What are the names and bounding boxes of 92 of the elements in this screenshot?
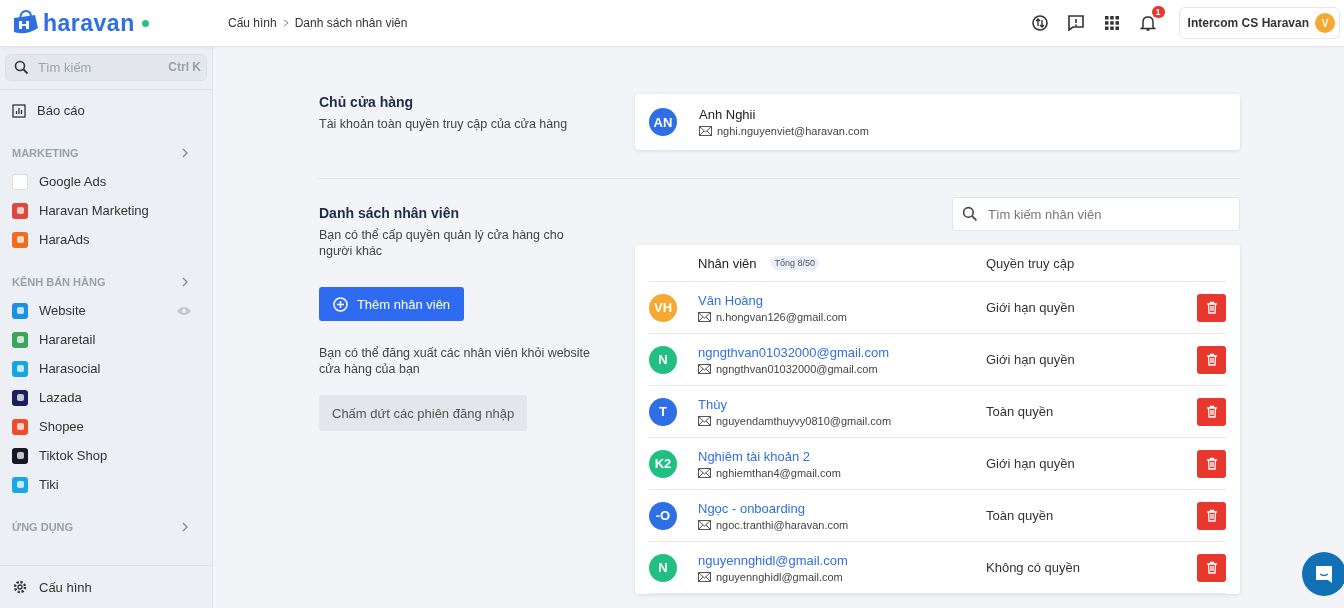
owner-avatar: AN <box>649 108 677 136</box>
section-title: Danh sách nhân viên <box>319 205 461 221</box>
search-icon <box>14 60 29 75</box>
mail-icon <box>698 519 711 530</box>
chat-bubble-icon <box>1313 563 1335 585</box>
staff-email: nguyennghidl@gmail.com <box>716 570 843 583</box>
sidebar-item[interactable]: Cấu hình <box>0 566 212 608</box>
notification-bell-icon[interactable] <box>1138 14 1157 32</box>
sidebar-item[interactable]: Website <box>0 296 212 325</box>
settings-icon <box>12 579 28 595</box>
sidebar-item[interactable]: Tiktok Shop <box>0 441 212 470</box>
breadcrumb-link[interactable]: Cấu hình <box>228 16 277 30</box>
delete-button[interactable] <box>1197 553 1226 582</box>
owner-name: Anh Nghii <box>699 107 757 122</box>
end-sessions-button[interactable]: Chấm dứt các phiên đăng nhập <box>319 395 528 431</box>
mail-icon <box>698 363 711 374</box>
delete-button[interactable] <box>1197 449 1226 478</box>
account-avatar: V <box>1315 13 1335 33</box>
staff-name-link[interactable]: Thùy <box>698 396 986 412</box>
staff-avatar: N <box>649 345 677 374</box>
staff-search-field[interactable]: Tìm kiếm nhân viên <box>952 197 1240 231</box>
mail-icon <box>698 467 711 478</box>
section-description: Tài khoản toàn quyền truy cập của cửa hàng <box>319 116 569 132</box>
staff-avatar: T <box>649 397 677 426</box>
access-level: Giới hạn quyền <box>986 352 1076 367</box>
sidebar-item[interactable]: Hararetail <box>0 325 212 354</box>
search-icon <box>962 206 978 222</box>
total-count-badge: Tổng 8/50 <box>770 256 820 270</box>
logo-wordmark: haravan <box>43 9 135 37</box>
sidebar-item[interactable]: Shopee <box>0 412 212 441</box>
trash-icon <box>1205 301 1218 314</box>
trash-icon <box>1205 509 1218 522</box>
staff-name-link[interactable]: Vân Hoàng <box>698 292 986 308</box>
chevron-icon[interactable] <box>181 277 189 287</box>
mail-icon <box>699 126 712 136</box>
column-header: Quyền truy cập <box>986 255 1076 271</box>
logo-icon <box>11 10 41 36</box>
staff-avatar: K2 <box>649 449 677 478</box>
access-level: Giới hạn quyền <box>986 456 1076 471</box>
section-heading: ỨNG DỤNG <box>12 521 74 533</box>
owner-email: nghi.nguyenviet@haravan.com <box>717 125 869 137</box>
shortcut-hint: Ctrl K <box>168 60 201 74</box>
plus-circle-icon <box>332 296 348 312</box>
staff-name-link[interactable]: Ngọc - onboarding <box>698 500 986 516</box>
staff-name-link[interactable]: Nghiêm tài khoản 2 <box>698 448 986 464</box>
section-description: Bạn có thể cấp quyền quản lý cửa hàng cho người khác <box>319 227 565 259</box>
staff-email: n.hongvan126@gmail.com <box>716 310 848 323</box>
sidebar-item[interactable]: Tiki <box>0 470 212 499</box>
section-title: Chủ cửa hàng <box>319 94 415 110</box>
staff-avatar: -O <box>649 501 677 530</box>
notification-count: 1 <box>1151 6 1165 18</box>
mail-icon <box>698 571 711 582</box>
trash-icon <box>1205 353 1218 366</box>
trash-icon <box>1205 405 1218 418</box>
sidebar-item[interactable]: Lazada <box>0 383 212 412</box>
access-level: Giới hạn quyền <box>986 300 1076 315</box>
delete-button[interactable] <box>1197 345 1226 374</box>
section-heading: MARKETING <box>12 147 79 159</box>
sidebar-item[interactable]: Báo cáo <box>0 96 212 125</box>
breadcrumb-current: Danh sách nhân viên <box>294 16 408 30</box>
section-description: Bạn có thể đăng xuất các nhân viên khỏi website cửa hàng của bạn <box>319 345 591 377</box>
column-header: Nhân viên <box>698 255 757 271</box>
staff-email: nguyendamthuyvy0810@gmail.com <box>716 414 892 427</box>
sidebar-item[interactable]: Haravan Marketing <box>0 196 212 225</box>
account-button[interactable]: Intercom CS Haravan V <box>1178 7 1340 39</box>
chevron-icon[interactable] <box>181 148 189 158</box>
delete-button[interactable] <box>1197 293 1226 322</box>
delete-button[interactable] <box>1197 397 1226 426</box>
staff-email: ngoc.tranthi@haravan.com <box>716 518 849 531</box>
add-staff-button[interactable]: Thêm nhân viên <box>319 287 464 321</box>
trash-icon <box>1205 561 1218 574</box>
staff-avatar: VH <box>649 293 677 322</box>
status-dot-icon <box>141 19 149 27</box>
access-level: Không có quyền <box>986 560 1081 575</box>
sidebar-item[interactable]: HaraAds <box>0 225 212 254</box>
chart-icon <box>12 103 26 118</box>
staff-name-link[interactable]: ngngthvan01032000@gmail.com <box>698 344 986 360</box>
staff-email: nghiemthan4@gmail.com <box>716 466 841 479</box>
delete-button[interactable] <box>1197 501 1226 530</box>
access-level: Toàn quyền <box>986 404 1055 419</box>
mail-icon <box>698 311 711 322</box>
staff-avatar: N <box>649 553 677 582</box>
staff-name-link[interactable]: nguyennghidl@gmail.com <box>698 552 986 568</box>
staff-email: ngngthvan01032000@gmail.com <box>716 362 878 375</box>
chevron-icon[interactable] <box>181 522 189 532</box>
trash-icon <box>1205 457 1218 470</box>
sidebar-item[interactable]: Google Ads <box>0 167 212 196</box>
access-level: Toàn quyền <box>986 508 1055 523</box>
section-heading: KÊNH BÁN HÀNG <box>12 276 106 288</box>
sidebar-item[interactable]: Harasocial <box>0 354 212 383</box>
mail-icon <box>698 415 711 426</box>
chat-launcher-button[interactable] <box>1302 552 1344 596</box>
